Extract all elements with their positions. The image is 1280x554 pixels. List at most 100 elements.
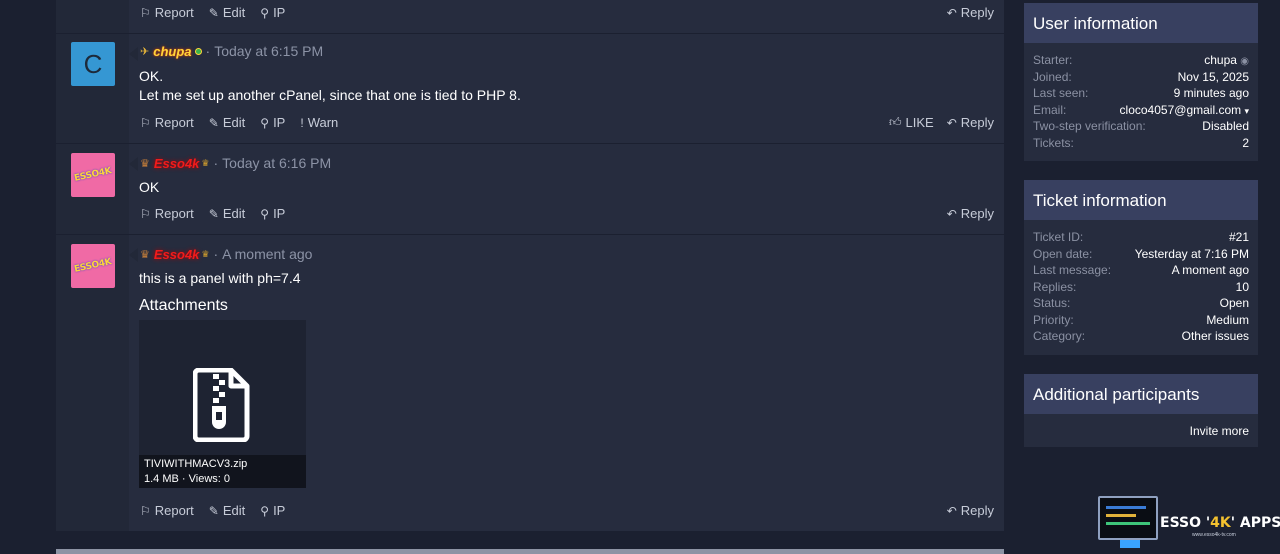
report-button[interactable]: ⚐ Report (140, 206, 194, 221)
post-message: C ✈ chupa · Today at 6:15 PM OK. Let me … (56, 34, 1004, 144)
verified-icon: ◉ (1240, 56, 1249, 67)
info-value[interactable]: 2 (1242, 135, 1249, 152)
brand-name: ESSO '4K' APPS (1160, 515, 1280, 531)
avatar[interactable]: ESSO4K (71, 244, 115, 288)
info-key: Joined: (1033, 69, 1072, 84)
post-time[interactable]: Today at 6:16 PM (222, 155, 331, 171)
reply-button[interactable]: ↶ Reply (947, 115, 994, 130)
avatar-logo-text: ESSO4K (73, 166, 113, 184)
info-value: 10 (1235, 279, 1249, 294)
report-label: Report (154, 115, 194, 130)
post-arrow (129, 248, 138, 262)
warn-icon: ! (300, 115, 304, 130)
info-key: Status: (1033, 296, 1071, 310)
edit-icon: ✎ (208, 503, 219, 518)
attachments-title: Attachments (139, 297, 228, 314)
post-actions: ⚐ Report ✎ Edit ⚲ IP ↶ Reply (140, 5, 994, 20)
panel-body: Ticket ID: #21 Open date: Yesterday at 7:1… (1024, 220, 1258, 351)
post-meta: ♛ Esso4k ♛ · Today at 6:16 PM (140, 155, 331, 171)
rank-icon: ♛ (140, 157, 150, 170)
reply-label: Reply (960, 115, 994, 130)
post-body: this is a panel with ph=7.4 (139, 269, 301, 288)
edit-button[interactable]: ✎ Edit (209, 5, 245, 20)
report-label: Report (154, 503, 194, 518)
reply-icon: ↶ (946, 503, 957, 518)
info-key: Category: (1033, 329, 1086, 343)
post-actions: ⚐ Report ✎ Edit ⚲ IP ↶ Reply (140, 503, 994, 518)
brand-name-post: ' APPS (1230, 515, 1280, 531)
user-information-panel: User information Starter: chupa ◉ Joined:… (1024, 3, 1258, 161)
like-button[interactable]: 👍︎ LIKE (889, 115, 934, 130)
crown-icon: ♛ (201, 248, 210, 259)
rank-icon: ♛ (140, 248, 150, 261)
avatar-logo-text: ESSO4K (73, 257, 113, 275)
info-row: Tickets: 2 (1024, 135, 1258, 152)
post-body: OK. Let me set up another cPanel, since … (139, 67, 521, 105)
panel-title: User information (1024, 3, 1258, 43)
info-row: Joined: Nov 15, 2025 (1024, 69, 1258, 86)
post-meta: ✈ chupa · Today at 6:15 PM (140, 43, 323, 59)
edit-button[interactable]: ✎ Edit (209, 115, 245, 130)
panel-body: Starter: chupa ◉ Joined: Nov 15, 2025 Last… (1024, 43, 1258, 157)
starter-link[interactable]: chupa (1204, 53, 1237, 67)
report-button[interactable]: ⚐ Report (140, 115, 194, 130)
post-message: ESSO4K ♛ Esso4k ♛ · Today at 6:16 PM OK … (56, 144, 1004, 235)
report-button[interactable]: ⚐ Report (140, 5, 194, 20)
post-user-column (56, 0, 129, 33)
avatar[interactable]: C (71, 42, 115, 86)
brand-name-accent: 4K (1210, 515, 1231, 531)
reply-label: Reply (960, 5, 994, 20)
info-value: #21 (1228, 230, 1249, 244)
flag-icon: ⚐ (140, 503, 151, 518)
post-time[interactable]: Today at 6:15 PM (214, 43, 323, 59)
brand-url: www.esso4k-tv.com (1192, 532, 1236, 538)
post-line: OK (139, 179, 160, 195)
flag-icon: ⚐ (140, 115, 151, 130)
info-row: Last message: A moment ago (1024, 262, 1258, 279)
email-dropdown[interactable]: cloco4057@gmail.com ▾ (1120, 102, 1249, 119)
post-time[interactable]: A moment ago (222, 246, 312, 262)
username-link[interactable]: Esso4k (154, 156, 200, 171)
online-status-icon (194, 47, 202, 55)
info-key: Last seen: (1033, 86, 1089, 100)
info-key: Two-step verification: (1033, 119, 1146, 133)
reply-button[interactable]: ↶ Reply (947, 5, 994, 20)
ip-label: IP (273, 115, 286, 130)
report-label: Report (154, 206, 194, 221)
edit-icon: ✎ (208, 115, 219, 130)
post-line: this is a panel with ph=7.4 (139, 270, 301, 286)
info-value[interactable]: chupa ◉ (1204, 52, 1249, 69)
warn-button[interactable]: ! Warn (300, 115, 338, 130)
info-value: 9 minutes ago (1173, 86, 1249, 100)
meta-separator: · (205, 43, 211, 59)
info-value: Nov 15, 2025 (1177, 69, 1249, 84)
invite-more-link[interactable]: Invite more (1024, 414, 1258, 446)
attachment-filename[interactable]: TIVIWITHMACV3.zip (144, 457, 301, 472)
attachment-tile[interactable]: TIVIWITHMACV3.zip 1.4 MB · Views: 0 (139, 320, 306, 488)
ip-button[interactable]: ⚲ IP (260, 206, 285, 221)
ip-button[interactable]: ⚲ IP (260, 503, 285, 518)
edit-button[interactable]: ✎ Edit (209, 503, 245, 518)
info-row: Ticket ID: #21 (1024, 229, 1258, 246)
reply-label: Reply (960, 503, 994, 518)
avatar[interactable]: ESSO4K (71, 153, 115, 197)
ip-button[interactable]: ⚲ IP (260, 5, 285, 20)
username-link[interactable]: Esso4k (154, 247, 200, 262)
caret-down-icon: ▾ (1244, 105, 1249, 116)
edit-button[interactable]: ✎ Edit (209, 206, 245, 221)
post-line: Let me set up another cPanel, since that… (139, 87, 521, 103)
search-icon: ⚲ (260, 206, 270, 221)
participants-panel: Additional participants Invite more (1024, 374, 1258, 447)
info-key: Tickets: (1033, 135, 1074, 150)
meta-separator: · (213, 246, 219, 262)
reply-button[interactable]: ↶ Reply (947, 206, 994, 221)
posts-list: ⚐ Report ✎ Edit ⚲ IP ↶ Reply C ✈ chupa · Tod… (56, 0, 1004, 532)
post-actions: ⚐ Report ✎ Edit ⚲ IP ! Warn 👍︎ LIKE ↶ Reply (140, 115, 994, 130)
info-value: A moment ago (1171, 263, 1249, 277)
reply-button[interactable]: ↶ Reply (947, 503, 994, 518)
edit-label: Edit (222, 206, 246, 221)
ip-button[interactable]: ⚲ IP (260, 115, 285, 130)
zip-file-icon (193, 368, 250, 442)
report-button[interactable]: ⚐ Report (140, 503, 194, 518)
username-link[interactable]: chupa (153, 44, 191, 59)
